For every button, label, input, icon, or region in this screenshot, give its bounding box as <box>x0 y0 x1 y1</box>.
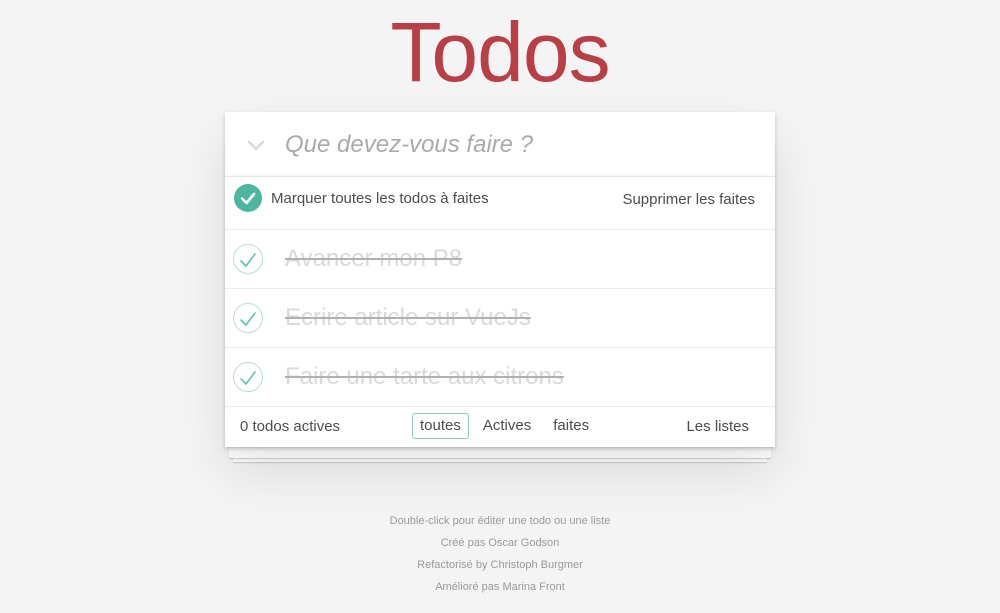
todo-app: Marquer toutes les todos à faites Suppri… <box>225 112 775 462</box>
page-title: Todos <box>390 5 610 99</box>
lists-link[interactable]: Les listes <box>686 418 749 435</box>
info-line: Créé pas Oscar Godson <box>440 537 560 549</box>
mark-all-label[interactable]: Marquer toutes les todos à faites <box>271 190 489 207</box>
todo-footer: 0 todos actives toutes Actives faites Le… <box>225 407 775 447</box>
info-line: Refactorisé by Christoph Burgmer <box>417 559 583 571</box>
stack-decoration <box>229 448 771 458</box>
new-todo-input[interactable] <box>285 112 755 177</box>
chevron-down-icon[interactable] <box>245 134 267 156</box>
filter-all[interactable]: toutes <box>412 413 469 439</box>
todo-item[interactable]: Faire une tarte aux citrons <box>225 348 775 407</box>
info-footer: Double-click pour éditer une todo ou une… <box>0 510 1000 598</box>
new-todo-row <box>225 112 775 177</box>
todo-checkbox[interactable] <box>233 244 263 274</box>
mark-all-checkbox[interactable] <box>234 184 262 212</box>
clear-completed-button[interactable]: Supprimer les faites <box>622 191 755 208</box>
check-icon <box>240 192 256 205</box>
active-count: 0 todos actives <box>240 418 341 435</box>
filter-active[interactable]: Actives <box>475 413 539 439</box>
info-line: Amélioré pas Marina Front <box>435 581 565 593</box>
todo-item[interactable]: Ecrire article sur VueJs <box>225 289 775 348</box>
check-icon <box>240 253 256 267</box>
todo-checkbox[interactable] <box>233 303 263 333</box>
todo-panel: Marquer toutes les todos à faites Suppri… <box>225 112 775 447</box>
todo-item[interactable]: Avancer mon P8 <box>225 230 775 289</box>
todo-title[interactable]: Faire une tarte aux citrons <box>285 363 564 391</box>
check-icon <box>240 312 256 326</box>
todo-title[interactable]: Ecrire article sur VueJs <box>285 304 531 332</box>
filter-completed[interactable]: faites <box>545 413 597 439</box>
filter-tabs: toutes Actives faites <box>412 413 597 439</box>
mark-all-row: Marquer toutes les todos à faites Suppri… <box>225 177 775 230</box>
info-line: Double-click pour éditer une todo ou une… <box>389 515 611 527</box>
todo-title[interactable]: Avancer mon P8 <box>285 245 462 273</box>
todo-checkbox[interactable] <box>233 362 263 392</box>
check-icon <box>240 371 256 385</box>
